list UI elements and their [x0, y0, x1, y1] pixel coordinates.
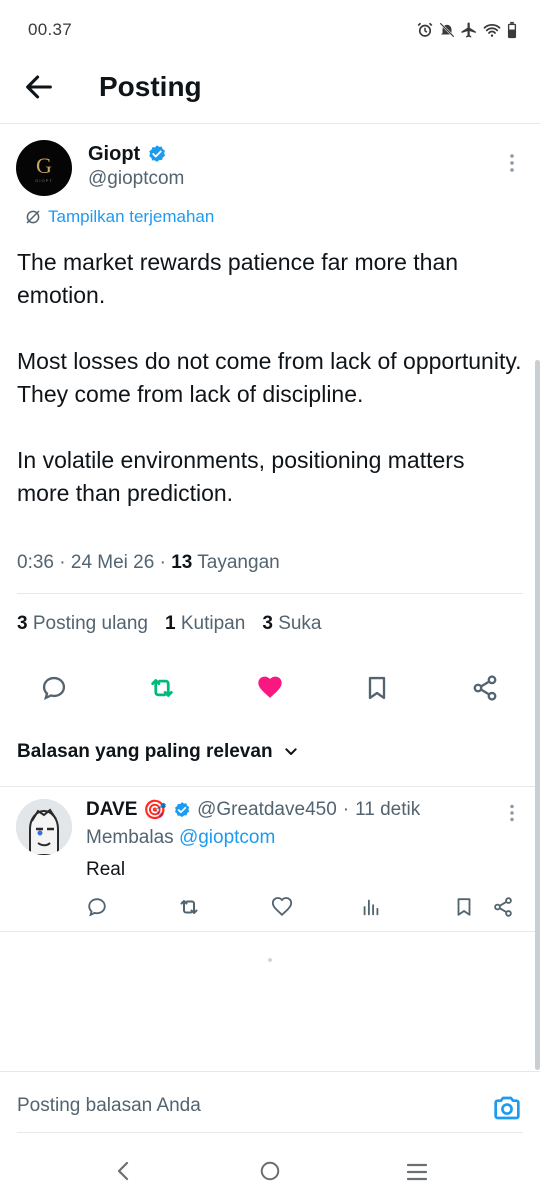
- likes-label: Suka: [278, 613, 322, 634]
- reposts-label: Posting ulang: [32, 613, 149, 634]
- reply-header: DAVE 🎯 @Greatdave450 · 11 detik: [86, 798, 420, 822]
- views-count: 13: [171, 552, 193, 573]
- scrollbar[interactable]: [535, 360, 540, 1070]
- page-title: Posting: [99, 71, 202, 102]
- post-time: 0:36: [17, 552, 54, 573]
- reply-author-avatar[interactable]: [16, 799, 72, 855]
- meta-separator: ·: [159, 552, 166, 573]
- header-divider: [0, 123, 540, 124]
- replies-sort-dropdown[interactable]: Balasan yang paling relevan: [17, 741, 299, 763]
- comment-icon: [40, 674, 68, 702]
- bookmark-icon: [453, 896, 475, 918]
- quotes-count: 1: [165, 613, 176, 634]
- quotes-label: Kutipan: [180, 613, 246, 634]
- bookmark-button[interactable]: [361, 672, 393, 704]
- reply-comment-button[interactable]: [85, 895, 109, 919]
- reply-views-button[interactable]: [359, 895, 383, 919]
- post-meta: 0:36 · 24 Mei 26 · 13 Tayangan: [17, 552, 280, 574]
- author-name[interactable]: Giopt: [88, 143, 140, 166]
- reply-bookmark-button[interactable]: [452, 895, 476, 919]
- reply-separator: ·: [342, 799, 350, 820]
- divider: [17, 1132, 523, 1133]
- comment-icon: [86, 896, 108, 918]
- share-button[interactable]: [469, 672, 501, 704]
- show-translation-label: Tampilkan terjemahan: [48, 207, 215, 226]
- reply-text: Real: [86, 859, 126, 880]
- likes-stat[interactable]: 3 Suka: [262, 613, 321, 635]
- reply-compose-input[interactable]: [17, 1095, 477, 1117]
- replying-to: Membalas @gioptcom: [86, 827, 275, 849]
- divider: [0, 931, 540, 932]
- repost-icon: [147, 673, 177, 703]
- bookmark-icon: [363, 674, 391, 702]
- divider: [0, 1071, 540, 1072]
- divider: [17, 593, 523, 594]
- nav-home-icon[interactable]: [259, 1160, 281, 1182]
- replying-to-label: Membalas: [86, 827, 174, 848]
- repost-icon: [177, 895, 201, 919]
- reply-author-name[interactable]: DAVE: [86, 799, 137, 821]
- reply-repost-button[interactable]: [177, 895, 201, 919]
- more-options-icon[interactable]: [505, 152, 519, 174]
- camera-icon[interactable]: [491, 1092, 523, 1124]
- engagement-stats: 3 Posting ulang 1 Kutipan 3 Suka: [17, 613, 322, 635]
- reposts-stat[interactable]: 3 Posting ulang: [17, 613, 148, 635]
- heart-outline-icon: [271, 896, 293, 918]
- reply-like-button[interactable]: [270, 895, 294, 919]
- heart-icon: [256, 674, 284, 702]
- post-date: 24 Mei 26: [70, 552, 155, 573]
- avatar-letter: G: [36, 153, 52, 178]
- reply-share-button[interactable]: [491, 895, 515, 919]
- divider: [0, 786, 540, 787]
- repost-button[interactable]: [146, 672, 178, 704]
- replies-sort-label: Balasan yang paling relevan: [17, 741, 273, 762]
- airplane-icon: [460, 21, 478, 39]
- share-icon: [492, 896, 514, 918]
- meta-separator: ·: [59, 552, 66, 573]
- views-label[interactable]: Tayangan: [197, 552, 279, 573]
- back-arrow-icon[interactable]: [22, 70, 56, 104]
- nav-back-icon[interactable]: [112, 1159, 136, 1183]
- show-translation-link[interactable]: Tampilkan terjemahan: [24, 207, 214, 227]
- status-time: 00.37: [28, 20, 73, 39]
- reply-more-options-icon[interactable]: [505, 803, 519, 823]
- share-icon: [471, 674, 499, 702]
- wifi-icon: [482, 21, 502, 39]
- battery-icon: [506, 21, 518, 39]
- post-text: The market rewards patience far more tha…: [17, 249, 522, 506]
- translate-icon: [24, 208, 42, 226]
- nav-recents-icon[interactable]: [405, 1161, 429, 1183]
- alarm-icon: [416, 21, 434, 39]
- quotes-stat[interactable]: 1 Kutipan: [165, 613, 245, 635]
- avatar-caption: GIOPT: [35, 178, 53, 183]
- analytics-icon: [360, 896, 382, 918]
- target-emoji: 🎯: [143, 800, 168, 821]
- reply-author-handle[interactable]: @Greatdave450: [197, 799, 337, 821]
- like-button[interactable]: [254, 672, 286, 704]
- chevron-down-icon: [283, 744, 299, 760]
- reply-time: 11 detik: [355, 799, 421, 820]
- status-icons: [416, 21, 518, 39]
- loading-indicator: [268, 958, 272, 962]
- author-avatar[interactable]: G GIOPT: [16, 140, 72, 196]
- verified-badge-icon: [173, 801, 191, 819]
- author-handle[interactable]: @gioptcom: [88, 168, 184, 190]
- reposts-count: 3: [17, 613, 28, 634]
- verified-badge-icon: [147, 144, 167, 164]
- likes-count: 3: [262, 613, 273, 634]
- mute-icon: [438, 21, 456, 39]
- reply-button[interactable]: [38, 672, 70, 704]
- replying-to-handle[interactable]: @gioptcom: [179, 827, 275, 848]
